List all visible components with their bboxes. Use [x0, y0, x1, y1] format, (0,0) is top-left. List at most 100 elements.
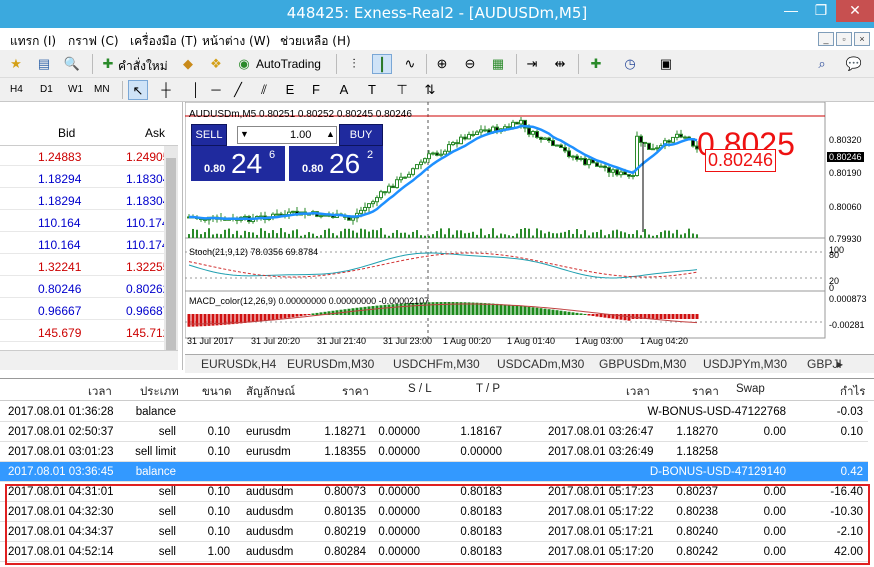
zoom-in-icon[interactable]: ⊕ [432, 54, 452, 74]
mdi-restore-icon[interactable]: ▫ [836, 32, 852, 46]
market-watch-scrollbar[interactable] [164, 146, 178, 370]
periods-icon[interactable]: ◷ [620, 54, 640, 74]
vertical-line-icon[interactable]: │ [186, 80, 206, 100]
mdi-close-icon[interactable]: × [854, 32, 870, 46]
trendline-icon[interactable]: ╱ [228, 80, 248, 100]
col-profit[interactable]: กำไร [840, 383, 865, 401]
indicators-icon[interactable]: ✚ [586, 54, 606, 74]
menu-charts[interactable]: กราฟ (C) [68, 32, 119, 51]
market-watch-row[interactable]: 1.18294 1.18304 [0, 168, 178, 188]
menu-help[interactable]: ช่วยเหลือ (H) [280, 32, 351, 51]
table-row[interactable]: 2017.08.01 01:36:28 balance W-BONUS-USD-47… [0, 402, 868, 422]
tab-scroll-right-icon[interactable]: ▸ [833, 357, 847, 371]
volume-bar [528, 228, 530, 238]
navigator-icon[interactable]: ❖ [206, 54, 226, 74]
table-row[interactable]: 2017.08.01 03:01:23 sell limit 0.10 eurusdm… [0, 442, 868, 462]
chart-window[interactable]: AUDUSDm,M5 0.80251 0.80252 0.80245 0.802… [185, 102, 874, 372]
autotrading-button[interactable]: AutoTrading [256, 57, 321, 71]
market-watch-row[interactable]: 1.32241 1.32255 [0, 256, 178, 276]
data-window-icon[interactable]: 🔍 [62, 54, 82, 74]
zoom-out-icon[interactable]: ⊖ [460, 54, 480, 74]
horizontal-line-icon[interactable]: ─ [206, 80, 226, 100]
col-size[interactable]: ขนาด [202, 383, 232, 401]
col-sl[interactable]: S / L [408, 383, 432, 395]
volume-bar [440, 228, 442, 238]
new-chart-icon[interactable]: ★ [6, 54, 26, 74]
tab-eurusdk-h4[interactable]: EURUSDk,H4 [197, 357, 280, 371]
crosshair-icon[interactable]: ┼ [156, 80, 176, 100]
mdi-minimize-icon[interactable]: _ [818, 32, 834, 46]
tf-w1[interactable]: W1 [68, 84, 83, 95]
fibo-fan-icon[interactable]: F [306, 80, 326, 100]
sell-button[interactable]: SELL [191, 124, 227, 146]
autotrading-icon[interactable]: ◉ [234, 54, 254, 74]
close-button[interactable]: ✕ [836, 0, 874, 22]
candlestick-icon[interactable]: ┃ [372, 54, 392, 74]
col-time[interactable]: เวลา [88, 383, 112, 401]
cursor-icon[interactable]: ↖ [128, 80, 148, 100]
channel-icon[interactable]: ⫽ [254, 80, 274, 100]
sell-price-box[interactable]: 0.80 24 6 [191, 146, 285, 181]
tf-h4[interactable]: H4 [10, 84, 23, 95]
arrows-icon[interactable]: ⇅ [420, 80, 440, 100]
label-icon[interactable]: T [362, 80, 382, 100]
search-icon[interactable]: ⌕ [812, 54, 832, 74]
lot-increase-icon[interactable]: ▲ [326, 129, 335, 139]
market-watch-row[interactable]: 0.96667 0.96687 [0, 300, 178, 320]
buy-button[interactable]: BUY [339, 124, 383, 146]
bar-chart-icon[interactable]: ⫶ [344, 54, 364, 74]
buy-price-box[interactable]: 0.80 26 2 [289, 146, 383, 181]
bid-header[interactable]: Bid [58, 126, 75, 140]
ask-header[interactable]: Ask [145, 126, 165, 140]
minimize-button[interactable]: — [776, 0, 806, 22]
tab-usdcadm-m30[interactable]: USDCADm,M30 [493, 357, 588, 371]
menu-window[interactable]: หน้าต่าง (W) [202, 32, 270, 51]
col-close-time[interactable]: เวลา [626, 383, 650, 401]
chat-icon[interactable]: 💬 [844, 54, 864, 74]
volume-bar [632, 234, 634, 238]
tile-windows-icon[interactable]: ▦ [488, 54, 508, 74]
menu-tools[interactable]: เครื่องมือ (T) [130, 32, 197, 51]
market-watch-row[interactable]: 0.80246 0.80262 [0, 278, 178, 298]
chart-shift-icon[interactable]: ⇹ [550, 54, 570, 74]
new-order-icon[interactable]: ✚ [98, 54, 118, 74]
table-row[interactable]: 2017.08.01 03:36:45 balance D-BONUS-USD-47… [0, 462, 868, 482]
market-watch-row[interactable]: 1.24883 1.24905 [0, 146, 178, 166]
label-box-icon[interactable]: ⊤ [392, 80, 412, 100]
candle-body [639, 135, 643, 143]
text-icon[interactable]: A [334, 80, 354, 100]
fibo-icon[interactable]: E [280, 80, 300, 100]
lot-decrease-icon[interactable]: ▼ [240, 129, 249, 139]
col-symbol[interactable]: สัญลักษณ์ [246, 383, 295, 401]
lot-value[interactable]: 1.00 [290, 129, 311, 141]
lot-input[interactable]: ▼ 1.00 ▲ [237, 126, 337, 144]
market-watch-hscroll[interactable] [0, 350, 178, 370]
metaeditor-icon[interactable]: ◆ [178, 54, 198, 74]
col-swap[interactable]: Swap [736, 383, 765, 395]
market-watch-row[interactable]: 1.18294 1.18304 [0, 190, 178, 210]
auto-scroll-icon[interactable]: ⇥ [522, 54, 542, 74]
tf-d1[interactable]: D1 [40, 84, 53, 95]
tf-mn[interactable]: MN [94, 84, 110, 95]
line-chart-icon[interactable]: ∿ [400, 54, 420, 74]
table-row[interactable]: 2017.08.01 02:50:37 sell 0.10 eurusdm 1.1827… [0, 422, 868, 442]
col-price[interactable]: ราคา [342, 383, 369, 401]
market-watch-row[interactable]: 145.679 145.712 [0, 322, 178, 342]
volume-bar [400, 232, 402, 238]
maximize-button[interactable]: ❐ [806, 0, 836, 22]
menu-insert[interactable]: แทรก (I) [10, 32, 56, 51]
volume-bar [408, 234, 410, 238]
tab-gbpusdm-m30[interactable]: GBPUSDm,M30 [595, 357, 690, 371]
market-watch-icon[interactable]: ▤ [34, 54, 54, 74]
new-order-button[interactable]: คำสั่งใหม่ [118, 57, 168, 76]
macd-bar [315, 312, 319, 315]
templates-icon[interactable]: ▣ [656, 54, 676, 74]
market-watch-row[interactable]: 110.164 110.174 [0, 212, 178, 232]
tab-usdjpym-m30[interactable]: USDJPYm,M30 [699, 357, 791, 371]
tab-eurusdm-m30[interactable]: EURUSDm,M30 [283, 357, 378, 371]
tab-usdchfm-m30[interactable]: USDCHFm,M30 [389, 357, 484, 371]
col-type[interactable]: ประเภท [140, 383, 179, 401]
col-tp[interactable]: T / P [476, 383, 500, 395]
market-watch-row[interactable]: 110.164 110.174 [0, 234, 178, 254]
col-close-price[interactable]: ราคา [692, 383, 719, 401]
